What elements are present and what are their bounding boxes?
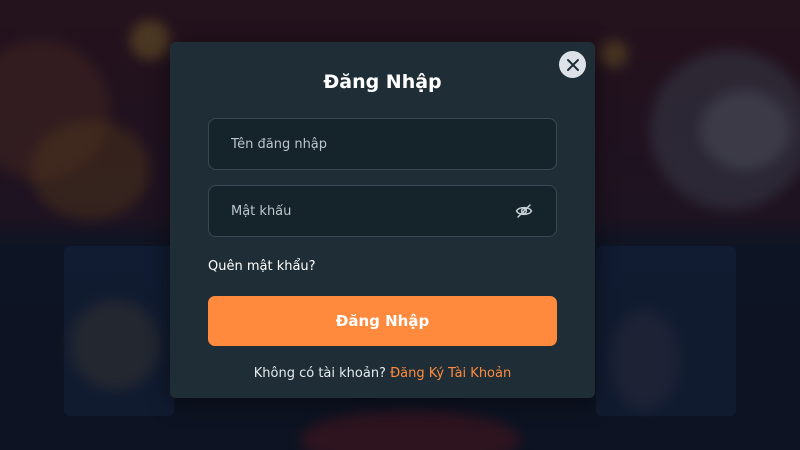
- login-button[interactable]: Đăng Nhập: [208, 296, 557, 346]
- username-input[interactable]: [231, 136, 534, 152]
- password-input[interactable]: [231, 203, 514, 219]
- modal-title: Đăng Nhập: [323, 71, 442, 93]
- signup-row: Không có tài khoản? Đăng Ký Tài Khoản: [170, 366, 595, 381]
- signup-prompt: Không có tài khoản?: [253, 366, 391, 381]
- close-icon: [566, 58, 579, 71]
- toggle-password-visibility-button[interactable]: [514, 201, 534, 221]
- eye-off-icon: [515, 204, 533, 218]
- login-modal: Đăng Nhập Quên mật khẩu? Đăng Nhập Không…: [170, 42, 595, 398]
- username-field[interactable]: [208, 118, 557, 170]
- signup-link[interactable]: Đăng Ký Tài Khoản: [390, 366, 511, 381]
- forgot-password-link[interactable]: Quên mật khẩu?: [208, 259, 316, 274]
- password-field[interactable]: [208, 185, 557, 237]
